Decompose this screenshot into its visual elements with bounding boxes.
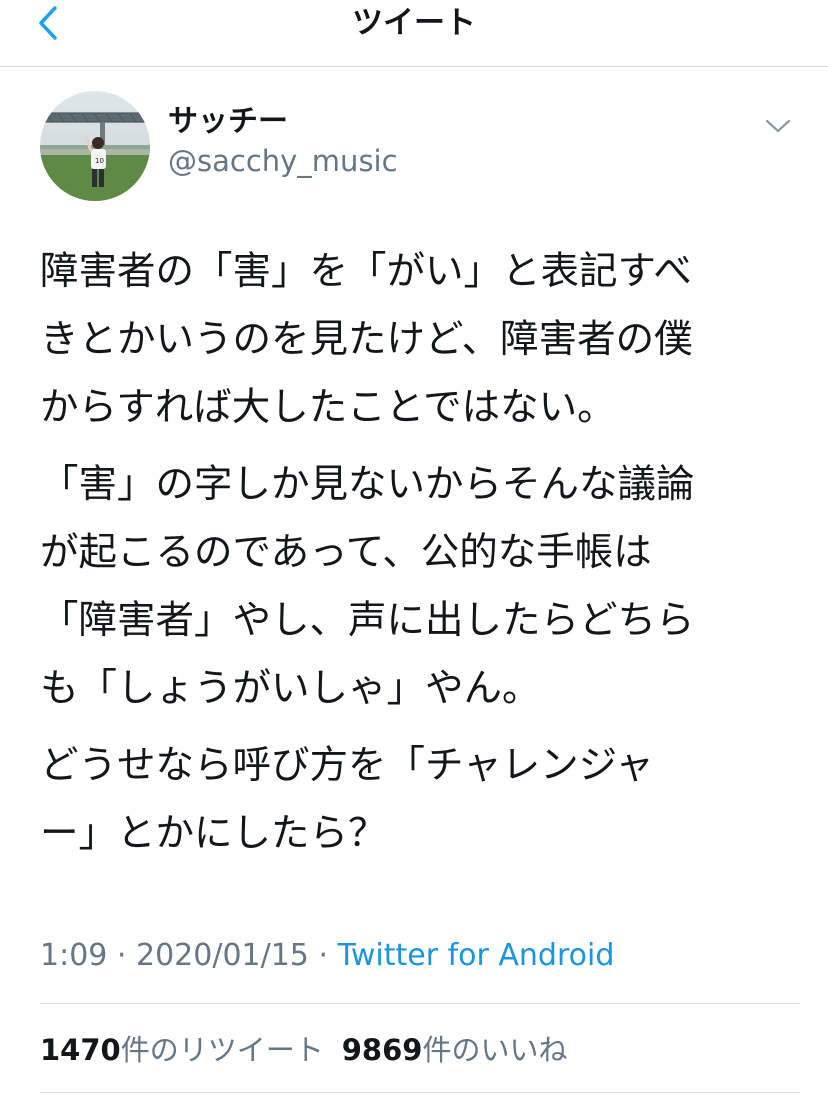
tweet-line: が起こるのであって、公的な手帳は [40,530,652,575]
meta-separator: · [308,938,338,973]
likes-label: 件のいいね [422,1033,568,1067]
retweets-stat[interactable]: 1470件のリツイート [40,1028,324,1072]
tweet-paragraph: 障害者の「害」を「がい」と表記すべ きとかいうのを見たけど、障害者の僕 からすれ… [40,238,810,442]
tweet-line: からすれば大したことではない。 [40,385,616,430]
retweets-label: 件のリツイート [120,1033,324,1067]
divider [40,1003,800,1004]
tweet-text: 障害者の「害」を「がい」と表記すべ きとかいうのを見たけど、障害者の僕 からすれ… [40,238,810,868]
tweet-source-link[interactable]: Twitter for Android [338,938,615,973]
user-handle[interactable]: @sacchy_music [168,143,398,179]
likes-stat[interactable]: 9869件のいいね [342,1028,568,1072]
tweet-line: 障害者の「害」を「がい」と表記すべ [40,249,692,294]
tweet-line: 「害」の字しか見ないからそんな議論 [40,462,695,507]
tweet-paragraph: どうせなら呼び方を「チャレンジャ ー」とかにしたら？ [40,732,810,868]
tweet-date: 2020/01/15 [135,938,309,973]
meta-separator: · [107,938,136,973]
tweet-line: どうせなら呼び方を「チャレンジャ [40,743,654,788]
tweet-time: 1:09 [40,938,108,973]
retweets-count: 1470 [40,1033,121,1067]
likes-count: 9869 [341,1033,423,1067]
tweet-menu-button[interactable] [760,110,796,146]
chevron-down-icon [764,117,792,139]
tweet-stats: 1470件のリツイート 9869件のいいね [40,1028,567,1072]
divider [40,1092,800,1093]
tweet-metadata: 1:09 · 2020/01/15 · Twitter for Android [40,934,614,978]
page-title: ツイート [352,5,476,41]
svg-text:10: 10 [95,157,104,165]
tweet-paragraph: 「害」の字しか見ないからそんな議論 が起こるのであって、公的な手帳は 「障害者」… [40,451,810,723]
tweet-line: きとかいうのを見たけど、障害者の僕 [40,317,693,362]
display-name[interactable]: サッチー [168,104,288,140]
tweet-line: も「しょうがいしゃ」やん。 [40,666,541,711]
tweet-line: 「障害者」やし、声に出したらどちら [40,598,695,643]
avatar[interactable]: 10 [40,91,150,201]
tweet-line: ー」とかにしたら？ [40,811,387,856]
navigation-bar: ツイート [0,0,828,67]
